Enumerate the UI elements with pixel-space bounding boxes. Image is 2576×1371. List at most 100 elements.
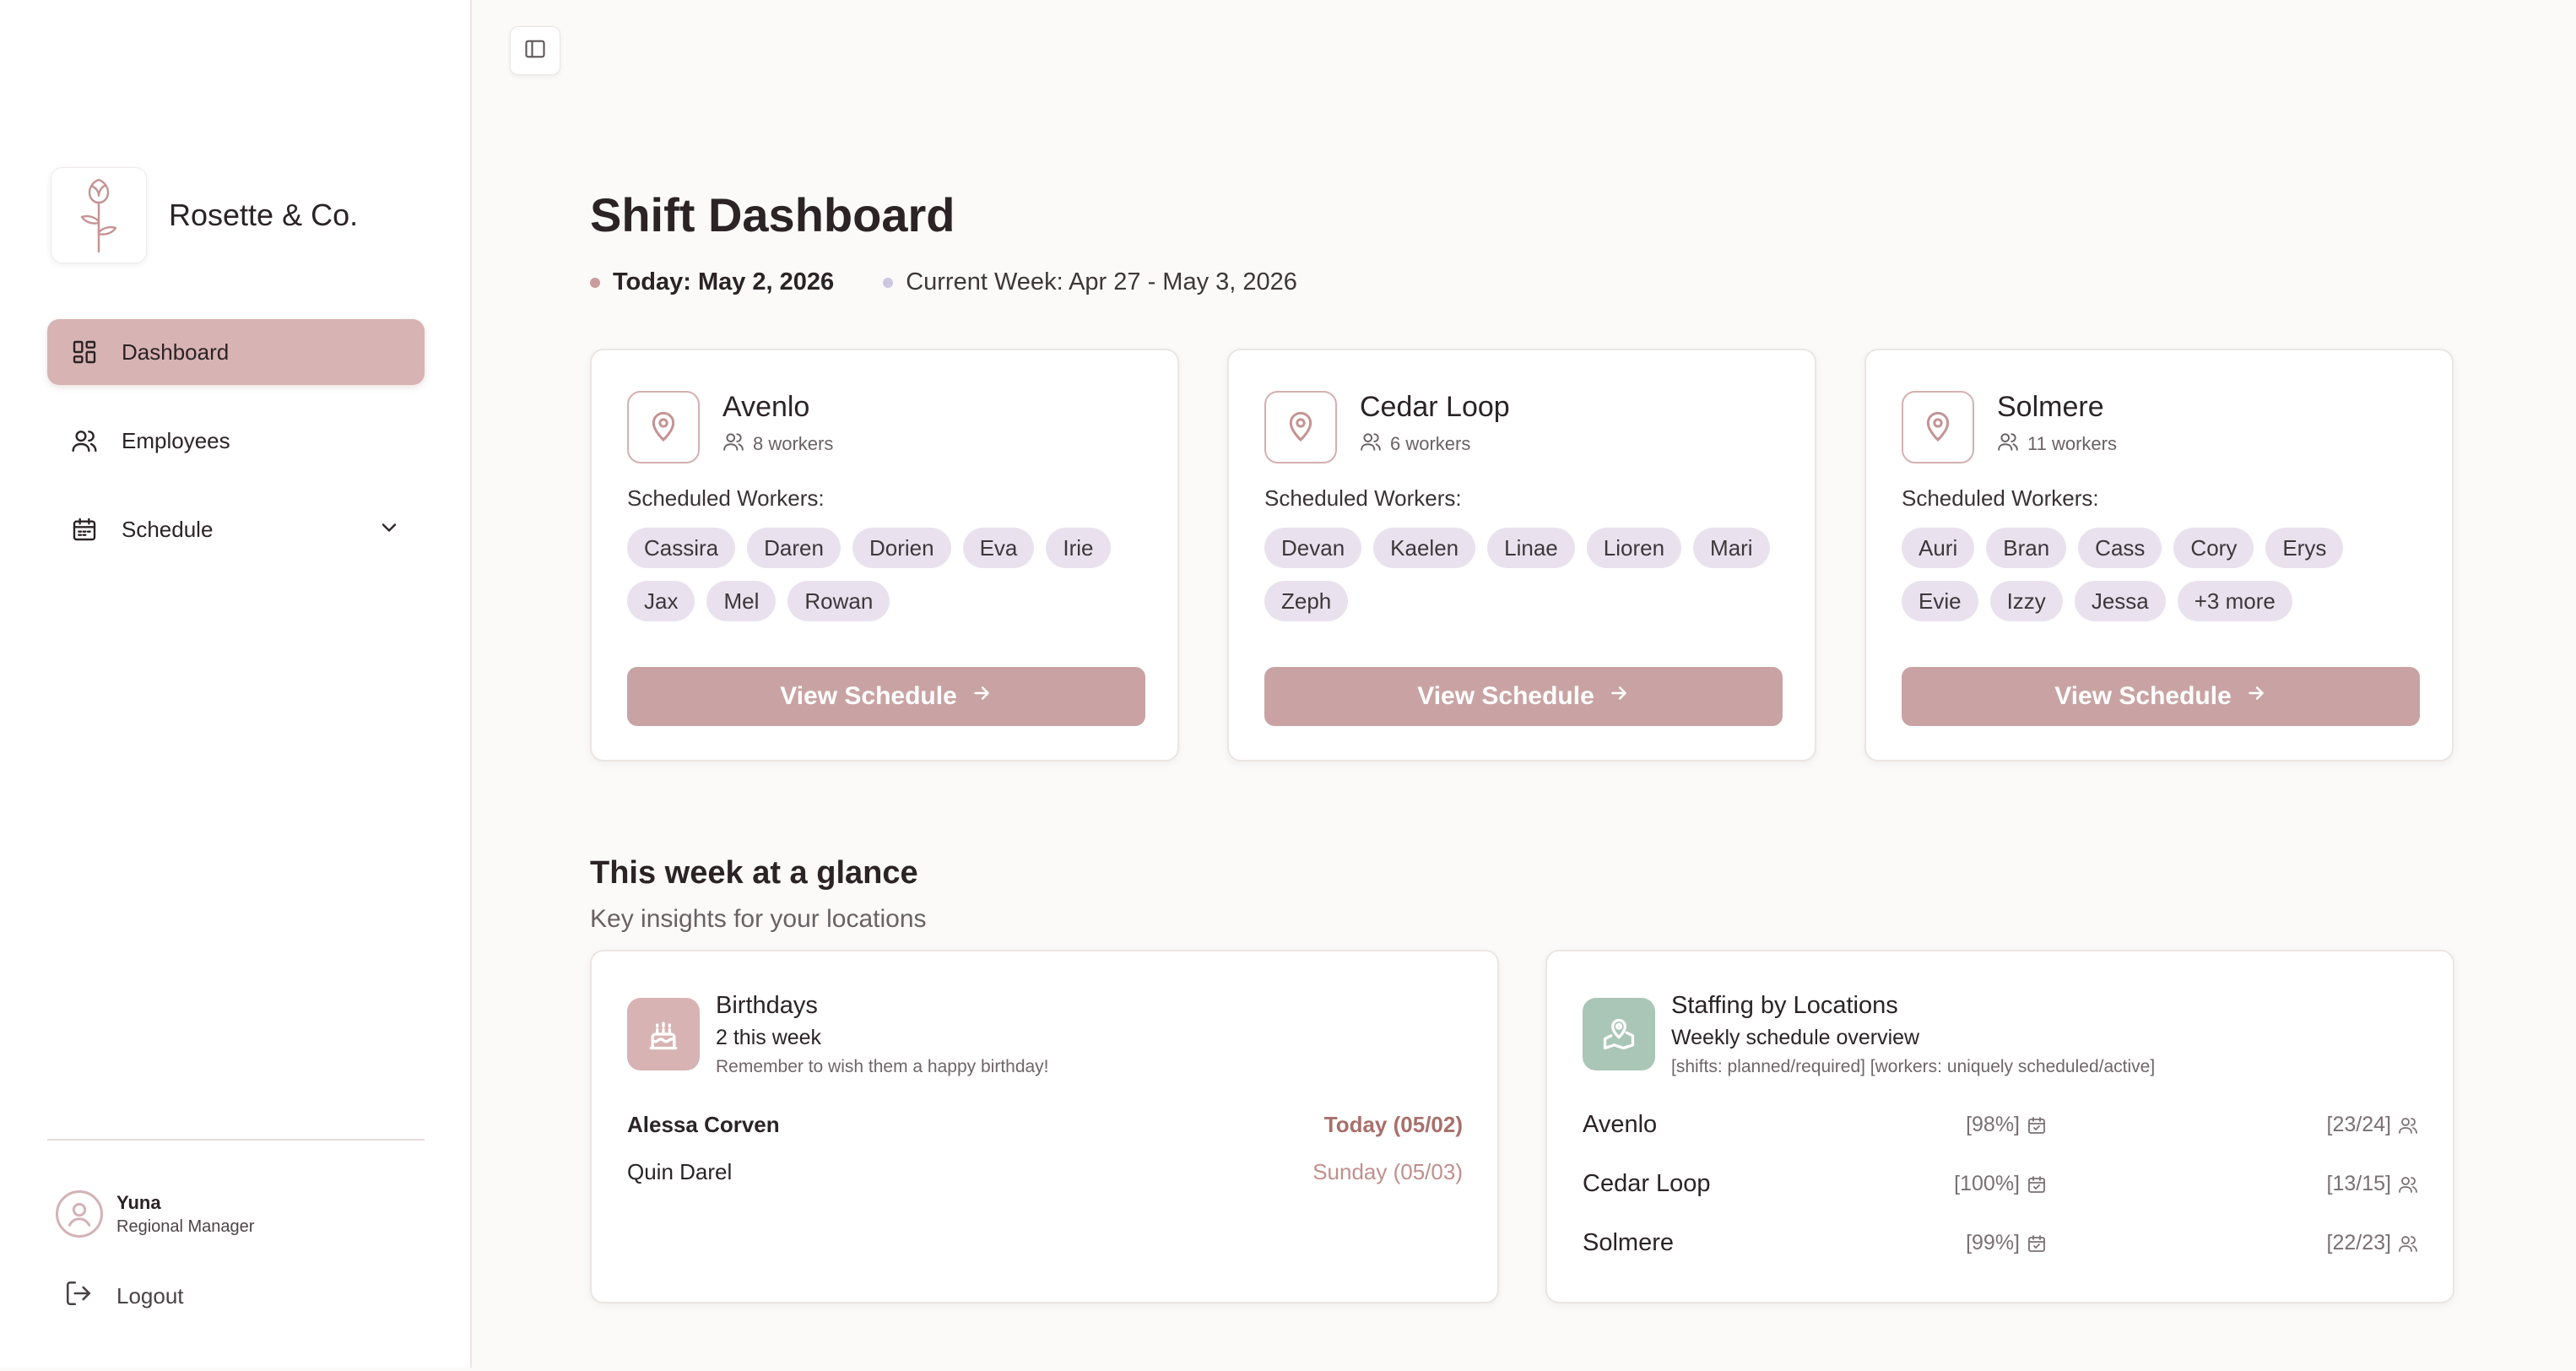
worker-chip[interactable]: Auri	[1902, 528, 1975, 568]
logout-icon	[64, 1279, 93, 1314]
users-icon	[2399, 1117, 2417, 1134]
arrow-right-icon	[2245, 682, 2267, 711]
birthday-name: Alessa Corven	[627, 1112, 780, 1137]
worker-chips: Devan Kaelen Linae Lioren Mari Zeph	[1264, 528, 1788, 634]
nav-item-dashboard[interactable]: Dashboard	[47, 319, 425, 385]
sidebar-toggle-icon	[523, 37, 547, 65]
calendar-check-icon	[2028, 1175, 2045, 1193]
staffing-row[interactable]: Cedar Loop [100%] [13/15]	[1583, 1170, 2418, 1204]
staffing-location-name: Solmere	[1583, 1229, 1674, 1256]
worker-chip[interactable]: Cory	[2173, 528, 2254, 568]
birthday-date: Today (05/02)	[1323, 1112, 1463, 1137]
worker-chip[interactable]: Kaelen	[1373, 528, 1476, 568]
worker-chip[interactable]: Cass	[2078, 528, 2162, 568]
workers-ratio: [23/24]	[2327, 1113, 2418, 1137]
staffing-row[interactable]: Avenlo [98%] [23/24]	[1583, 1111, 2418, 1145]
worker-chip[interactable]: Linae	[1487, 528, 1575, 568]
worker-chip[interactable]: Cassira	[627, 528, 736, 568]
users-icon	[2399, 1176, 2417, 1193]
worker-chip[interactable]: Zeph	[1264, 581, 1349, 621]
nav-label: Dashboard	[122, 339, 230, 365]
page-title: Shift Dashboard	[590, 188, 955, 241]
worker-chip[interactable]: Devan	[1264, 528, 1362, 568]
calendar-icon	[69, 514, 100, 545]
worker-chips: Auri Bran Cass Cory Erys Evie Izzy Jessa…	[1902, 528, 2425, 634]
staffing-note: [shifts: planned/required] [workers: uni…	[1671, 1057, 2156, 1076]
dashboard-icon	[69, 337, 100, 367]
location-name: Avenlo	[722, 391, 810, 423]
users-icon	[69, 425, 100, 456]
worker-chips: Cassira Daren Dorien Eva Irie Jax Mel Ro…	[627, 528, 1150, 634]
staffing-row[interactable]: Solmere [99%] [22/23]	[1583, 1229, 2418, 1263]
cake-icon	[627, 998, 700, 1070]
worker-chip[interactable]: Eva	[962, 528, 1035, 568]
staffing-title: Staffing by Locations	[1671, 992, 1898, 1019]
view-schedule-label: View Schedule	[1417, 682, 1594, 710]
location-card-cedar-loop: Cedar Loop 6 workers Scheduled Workers: …	[1227, 349, 1816, 761]
view-schedule-button[interactable]: View Schedule	[1902, 667, 2420, 726]
worker-chip[interactable]: Lioren	[1586, 528, 1682, 568]
sidebar-divider	[47, 1139, 425, 1141]
workers-count: 6 workers	[1390, 433, 1471, 454]
workers-count: 11 workers	[2027, 433, 2117, 454]
user-role: Regional Manager	[116, 1217, 255, 1236]
worker-chip[interactable]: Erys	[2265, 528, 2344, 568]
shifts-percent: [99%]	[1966, 1231, 2047, 1255]
worker-chip[interactable]: Bran	[1986, 528, 2067, 568]
staffing-location-name: Avenlo	[1583, 1111, 1658, 1138]
worker-chip[interactable]: Izzy	[1989, 581, 2063, 621]
date-row: Today: May 2, 2026 Current Week: Apr 27 …	[590, 268, 1297, 296]
staffing-location-name: Cedar Loop	[1583, 1170, 1711, 1197]
section-subtitle: Key insights for your locations	[590, 905, 927, 933]
worker-chip[interactable]: Mel	[706, 581, 777, 621]
view-schedule-button[interactable]: View Schedule	[1264, 667, 1783, 726]
location-workers: 8 workers	[722, 431, 833, 458]
brand[interactable]: Rosette & Co.	[51, 167, 358, 263]
worker-chip[interactable]: Dorien	[852, 528, 951, 568]
nav-label: Employees	[122, 427, 230, 453]
sidebar-toggle-button[interactable]	[510, 26, 560, 75]
worker-chip[interactable]: Mari	[1693, 528, 1770, 568]
calendar-check-icon	[2028, 1234, 2045, 1252]
logout-label: Logout	[116, 1283, 184, 1309]
location-workers: 11 workers	[1997, 431, 2117, 458]
view-schedule-label: View Schedule	[780, 682, 957, 710]
rose-logo-icon	[51, 167, 147, 263]
worker-chip[interactable]: Evie	[1902, 581, 1978, 621]
worker-chip[interactable]: Jessa	[2074, 581, 2166, 621]
map-pin-icon	[1902, 391, 1974, 463]
workers-ratio: [22/23]	[2327, 1231, 2418, 1255]
worker-chip[interactable]: Jax	[627, 581, 695, 621]
week-dot	[883, 277, 894, 288]
sidebar: Rosette & Co. Dashboard Employees Schedu…	[0, 0, 472, 1368]
worker-chip[interactable]: Rowan	[787, 581, 890, 621]
logout-button[interactable]: Logout	[64, 1279, 184, 1314]
shifts-percent: [98%]	[1966, 1113, 2047, 1137]
view-schedule-button[interactable]: View Schedule	[627, 667, 1145, 726]
location-workers: 6 workers	[1360, 431, 1470, 458]
staffing-card: Staffing by Locations Weekly schedule ov…	[1545, 950, 2454, 1303]
location-name: Solmere	[1997, 391, 2104, 423]
scheduled-workers-label: Scheduled Workers:	[627, 485, 825, 511]
nav-item-schedule[interactable]: Schedule	[47, 496, 425, 562]
today-date: Today: May 2, 2026	[613, 268, 835, 295]
today-dot	[590, 277, 600, 288]
users-icon	[722, 431, 744, 458]
chevron-down-icon[interactable]	[377, 516, 401, 545]
map-pin-icon	[1264, 391, 1337, 463]
birthdays-title: Birthdays	[716, 992, 818, 1019]
current-week: Current Week: Apr 27 - May 3, 2026	[906, 268, 1297, 295]
users-icon	[1360, 431, 1382, 458]
worker-chip[interactable]: Irie	[1046, 528, 1111, 568]
nav-label: Schedule	[122, 516, 214, 542]
user-profile[interactable]: Yuna Regional Manager	[56, 1190, 254, 1238]
worker-chip[interactable]: Daren	[747, 528, 841, 568]
users-icon	[2399, 1235, 2417, 1252]
arrow-right-icon	[971, 682, 993, 711]
birthday-row[interactable]: Alessa Corven Today (05/02)	[627, 1112, 1463, 1138]
map-icon	[1583, 998, 1655, 1070]
user-circle-icon	[56, 1190, 103, 1238]
birthday-row[interactable]: Quin Darel Sunday (05/03)	[627, 1159, 1463, 1185]
more-workers-chip[interactable]: +3 more	[2177, 581, 2292, 621]
nav-item-employees[interactable]: Employees	[47, 408, 425, 474]
